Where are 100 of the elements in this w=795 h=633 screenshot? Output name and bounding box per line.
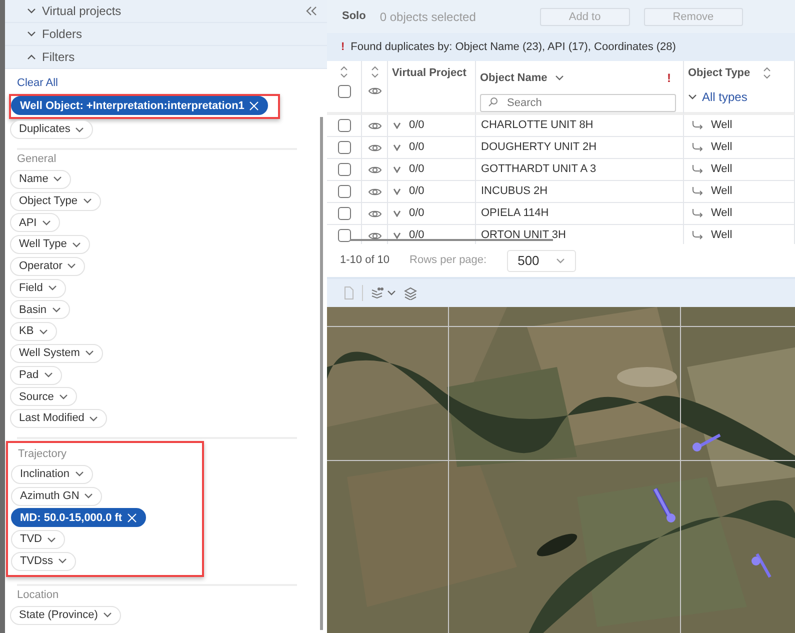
table-cell-text: DOUGHERTY UNIT 2H bbox=[481, 140, 597, 156]
well-marker[interactable] bbox=[692, 434, 721, 452]
chevron-down-icon[interactable] bbox=[393, 232, 401, 239]
filter-chip[interactable]: Well Object: +Interpretation:interpretation1 bbox=[11, 96, 268, 116]
filter-chip[interactable]: Field bbox=[10, 278, 66, 298]
chevron-down-icon bbox=[42, 220, 51, 226]
close-icon[interactable] bbox=[127, 512, 138, 523]
scrollbar[interactable] bbox=[350, 239, 553, 241]
section-heading: General bbox=[16, 152, 58, 167]
rows-per-page-label: Rows per page: bbox=[410, 253, 487, 268]
table-cell-text: Well bbox=[711, 184, 732, 200]
row-checkbox[interactable] bbox=[338, 185, 350, 198]
chevron-down-icon bbox=[58, 558, 67, 564]
accordion-header[interactable]: Filters bbox=[5, 46, 327, 69]
chevron-down-icon[interactable] bbox=[393, 122, 401, 129]
chevron-down-icon bbox=[38, 328, 48, 334]
chevron-down-icon bbox=[688, 94, 697, 100]
chevron-down-icon bbox=[47, 536, 56, 542]
type-filter[interactable]: All types bbox=[688, 88, 790, 106]
well-marker[interactable] bbox=[752, 553, 772, 578]
eye-icon[interactable] bbox=[368, 85, 382, 97]
well-path-icon bbox=[692, 165, 703, 174]
chevron-down-icon[interactable] bbox=[393, 144, 401, 151]
filter-chip[interactable]: Object Type bbox=[10, 192, 100, 210]
chevron-down-icon bbox=[102, 612, 112, 618]
table-cell-text: 0/0 bbox=[409, 140, 424, 156]
accordion-header[interactable]: Virtual projects bbox=[5, 0, 327, 23]
table-cell-text: 0/0 bbox=[409, 184, 424, 200]
row-checkbox[interactable] bbox=[338, 207, 350, 220]
filter-chip[interactable]: Well Type bbox=[10, 235, 90, 254]
row-checkbox[interactable] bbox=[338, 229, 350, 242]
row-checkbox[interactable] bbox=[338, 163, 350, 176]
section-heading: Trajectory bbox=[17, 447, 68, 462]
filter-chip[interactable]: State (Province) bbox=[10, 606, 121, 624]
well-path-icon bbox=[692, 231, 703, 240]
scrollbar[interactable] bbox=[320, 117, 323, 630]
table-cell-text: 0/0 bbox=[409, 118, 424, 134]
close-icon[interactable] bbox=[249, 100, 260, 111]
table-cell-text: GOTTHARDT UNIT A 3 bbox=[481, 162, 596, 178]
table-cell-text: 0/0 bbox=[409, 228, 424, 244]
chevron-down-icon[interactable] bbox=[393, 188, 401, 195]
chevron-down-icon bbox=[75, 126, 84, 132]
chevron-down-icon bbox=[82, 198, 92, 204]
table-cell-text: ORTON UNIT 3H bbox=[481, 228, 566, 244]
sort-icon[interactable] bbox=[339, 65, 349, 79]
filter-chip[interactable]: Inclination bbox=[11, 464, 93, 484]
chevron-down-icon bbox=[27, 31, 36, 37]
filter-chip[interactable]: Azimuth GN bbox=[11, 486, 102, 506]
table-cell-text: Well bbox=[711, 118, 732, 134]
search-field[interactable]: Search bbox=[480, 94, 676, 112]
table-cell-text: 0/0 bbox=[409, 162, 424, 178]
filter-chip[interactable]: Duplicates bbox=[10, 120, 94, 139]
chevron-down-icon bbox=[58, 394, 68, 400]
chevron-down-icon bbox=[48, 285, 57, 291]
filter-chip[interactable]: TVDss bbox=[11, 552, 76, 571]
column-header[interactable]: Object Type bbox=[688, 65, 750, 82]
chevron-down-icon bbox=[67, 263, 76, 270]
sort-icon[interactable] bbox=[762, 66, 772, 80]
chevron-down-icon bbox=[53, 176, 62, 182]
filter-chip[interactable]: Pad bbox=[10, 366, 62, 384]
chevron-down-icon bbox=[555, 75, 564, 81]
section-heading: Location bbox=[16, 588, 60, 603]
stack-icon[interactable] bbox=[404, 286, 417, 300]
filter-chip[interactable]: Operator bbox=[10, 256, 86, 276]
rows-per-page-select[interactable]: 500 bbox=[506, 250, 576, 272]
table-cell-text: OPIELA 114H bbox=[481, 206, 549, 222]
filter-chip[interactable]: Basin bbox=[10, 300, 70, 320]
row-checkbox[interactable] bbox=[338, 119, 350, 132]
filter-chip[interactable]: Last Modified bbox=[10, 409, 108, 428]
select-all-checkbox[interactable] bbox=[338, 85, 350, 98]
filter-chip[interactable]: MD: 50.0-15,000.0 ft bbox=[11, 508, 146, 528]
well-marker[interactable] bbox=[652, 488, 676, 522]
chevron-down-icon bbox=[27, 8, 36, 14]
row-checkbox[interactable] bbox=[338, 141, 350, 154]
chevron-down-icon[interactable] bbox=[393, 210, 401, 217]
clear-all-link[interactable]: Clear All bbox=[5, 69, 58, 92]
warning-icon: ! bbox=[341, 38, 345, 56]
filter-chip[interactable]: Source bbox=[10, 387, 77, 406]
well-path-icon bbox=[692, 121, 703, 130]
sort-icon[interactable] bbox=[370, 65, 380, 79]
chevron-down-icon bbox=[84, 493, 94, 499]
chevron-down-icon[interactable] bbox=[393, 166, 401, 173]
chevron-down-icon bbox=[387, 290, 396, 296]
column-header[interactable]: Object Name bbox=[480, 70, 548, 86]
table-cell-text: Well bbox=[711, 162, 732, 178]
table-cell-text: 0/0 bbox=[409, 206, 424, 222]
collapse-icon[interactable] bbox=[305, 6, 317, 16]
layers-menu-button[interactable] bbox=[371, 286, 396, 300]
filter-chip[interactable]: KB bbox=[10, 322, 57, 341]
well-path-icon bbox=[692, 143, 703, 152]
chevron-down-icon bbox=[84, 350, 94, 356]
chevron-down-icon bbox=[89, 416, 98, 422]
mode-label: Solo bbox=[342, 9, 366, 24]
accordion-header[interactable]: Folders bbox=[5, 23, 327, 46]
selection-count: 0 objects selected bbox=[380, 8, 476, 26]
filter-chip[interactable]: TVD bbox=[11, 530, 65, 549]
filter-chip[interactable]: Well System bbox=[10, 344, 103, 363]
filter-chip[interactable]: API bbox=[10, 213, 60, 232]
filter-chip[interactable]: Name bbox=[10, 170, 72, 189]
table-cell-text: CHARLOTTE UNIT 8H bbox=[481, 118, 594, 134]
